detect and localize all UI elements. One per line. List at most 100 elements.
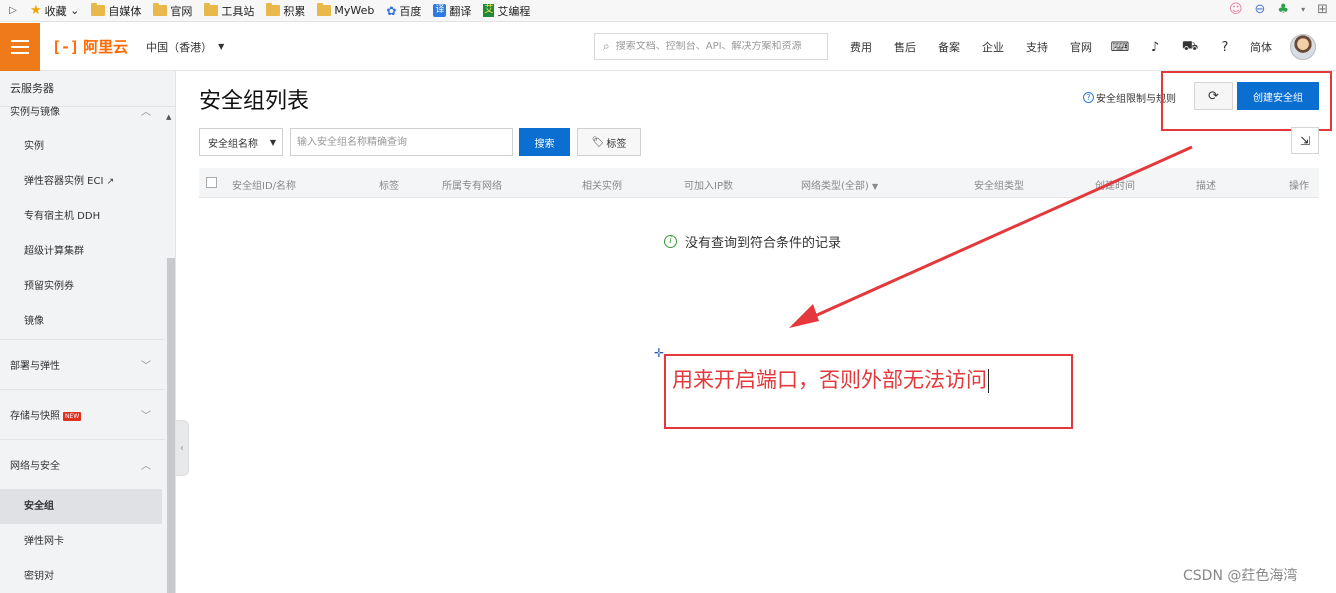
scrollbar-thumb[interactable] (167, 258, 175, 593)
cursor-crosshair-icon: ✛ (654, 346, 665, 360)
column-header: 相关实例 (582, 181, 622, 192)
main-content: 安全组列表 ? 安全组限制与规则 ⟳ 创建安全组 ⇲ 安全组名称 ▼ 搜索 🏷 … (177, 71, 1336, 593)
column-header: 安全组类型 (974, 181, 1024, 192)
bookmarks-bar: ▷ ★ 收藏 ⌄ 自媒体 官网 工具站 积累 MyWeb ✿ 百度 译翻译 艾艾编程… (0, 0, 1336, 22)
bookmark-folder[interactable]: 积累 (266, 3, 305, 19)
cart-icon[interactable]: ⛟ (1180, 39, 1200, 56)
bookmark-aibiancheng[interactable]: 艾艾编程 (483, 3, 530, 19)
sidebar-item-eni[interactable]: 弹性网卡 (0, 524, 175, 559)
bookmark-translate[interactable]: 译翻译 (433, 3, 471, 19)
sidebar-item-instances[interactable]: 实例 (0, 129, 175, 164)
top-navigation: [-] 阿里云 中国（香港） ▼ ⌕ 费用 售后 备案 企业 支持 官网 ⌨ ♪… (0, 22, 1336, 71)
dropdown-icon[interactable]: ▾ (1301, 5, 1305, 14)
nav-link-fees[interactable]: 费用 (850, 39, 872, 55)
caret-down-icon: ▼ (269, 137, 276, 147)
bookmark-folder[interactable]: MyWeb (317, 3, 374, 17)
folder-icon (266, 3, 281, 16)
bookmark-folder[interactable]: 工具站 (204, 3, 254, 19)
external-link-icon: ↗ (106, 177, 115, 187)
bell-icon[interactable]: ♪ (1145, 40, 1165, 55)
column-header: 标签 (379, 181, 399, 192)
sidebar-scrollbar[interactable]: ▲ (165, 109, 175, 593)
sidebar-item-keypair[interactable]: 密钥对 (0, 559, 175, 593)
column-header: 描述 (1196, 181, 1216, 192)
cat-icon[interactable]: ☺ (1229, 2, 1243, 17)
tag-button[interactable]: 🏷 标签 (577, 128, 641, 156)
folder-icon (317, 3, 332, 16)
sidebar-item-ddh[interactable]: 专有宿主机 DDH (0, 199, 175, 234)
aibiancheng-icon: 艾 (483, 4, 495, 17)
sidebar-item-scc[interactable]: 超级计算集群 (0, 234, 175, 269)
nav-link-icp[interactable]: 备案 (938, 39, 960, 55)
sidebar-section-deploy[interactable]: 部署与弹性 ﹀ (0, 339, 175, 389)
minus-circle-icon[interactable]: ⊖ (1255, 2, 1266, 17)
sidebar-section-storage[interactable]: 存储与快照 NEW ﹀ (0, 389, 175, 439)
language-switch[interactable]: 简体 (1250, 39, 1272, 55)
export-icon: ⇲ (1299, 133, 1311, 148)
nav-link-aftersales[interactable]: 售后 (894, 39, 916, 55)
highlight-box (1161, 71, 1332, 131)
column-header: 安全组ID/名称 (232, 181, 297, 192)
column-header: 可加入IP数 (684, 181, 733, 192)
scroll-up-icon[interactable]: ▲ (166, 113, 171, 121)
chevron-down-icon: ﹀ (141, 411, 151, 422)
aliyun-logo-mark: [-] (52, 37, 80, 56)
sidebar-item-eci[interactable]: 弹性容器实例 ECI ↗ (0, 164, 175, 199)
bookmark-favorites[interactable]: ★ 收藏 ⌄ (30, 3, 79, 19)
nav-icons: ⌨ ♪ ⛟ ? 简体 (1110, 23, 1316, 71)
avatar[interactable] (1290, 34, 1316, 60)
nav-links: 费用 售后 备案 企业 支持 官网 (850, 23, 1114, 71)
column-header: 操作 (1289, 181, 1309, 192)
filter-input[interactable] (290, 128, 513, 156)
annotation-text: 用来开启端口，否则外部无法访问 (672, 368, 989, 393)
folder-icon (153, 3, 168, 16)
sidebar-section-network[interactable]: 网络与安全 ︿ (0, 439, 175, 489)
nav-link-official[interactable]: 官网 (1070, 39, 1092, 55)
browser-extensions: ☺ ⊖ ♣ ▾ ⊞ (1229, 2, 1328, 17)
global-search-input[interactable] (615, 41, 816, 52)
help-icon[interactable]: ? (1215, 40, 1235, 55)
sidebar-item-images[interactable]: 镜像 (0, 304, 175, 339)
page-title: 安全组列表 (199, 89, 310, 114)
tag-icon: 🏷 (591, 136, 605, 148)
hamburger-icon (11, 39, 29, 54)
chevron-up-icon: ︿ (141, 461, 151, 472)
table-header: 安全组ID/名称 标签 所属专有网络 相关实例 可加入IP数 网络类型(全部) … (199, 168, 1319, 198)
bookmark-baidu[interactable]: ✿ 百度 (386, 3, 421, 19)
translate-icon: 译 (433, 4, 447, 17)
chevron-up-icon: ︿ (141, 107, 151, 118)
bookmark-folder[interactable]: 官网 (153, 3, 192, 19)
export-button[interactable]: ⇲ (1291, 127, 1319, 154)
new-badge: NEW (63, 411, 82, 421)
grid-icon[interactable]: ⊞ (1317, 2, 1328, 17)
sidebar-title[interactable]: 云服务器 (0, 71, 175, 107)
select-all-checkbox[interactable] (206, 177, 217, 188)
search-icon: ⌕ (603, 39, 610, 53)
sidebar-toggle-icon[interactable]: ▷ (6, 4, 20, 18)
bookmark-folder[interactable]: 自媒体 (91, 3, 141, 19)
sidebar-item-reserved[interactable]: 预留实例券 (0, 269, 175, 304)
watermark: CSDN @荭色海湾 (1183, 568, 1298, 584)
global-search[interactable]: ⌕ (594, 33, 828, 60)
terminal-icon[interactable]: ⌨ (1110, 40, 1130, 55)
menu-button[interactable] (0, 22, 40, 71)
sidebar-item-security-group[interactable]: 安全组 (0, 489, 162, 524)
caret-down-icon: ▼ (218, 42, 225, 51)
region-selector[interactable]: 中国（香港） ▼ (146, 39, 224, 55)
extension-icon[interactable]: ♣ (1277, 2, 1289, 17)
column-header-network-type[interactable]: 网络类型(全部) ▼ (801, 177, 878, 192)
empty-state: i 没有查询到符合条件的记录 (664, 232, 841, 251)
caret-down-icon: ▼ (872, 182, 879, 191)
nav-link-enterprise[interactable]: 企业 (982, 39, 1004, 55)
aliyun-logo-text: 阿里云 (83, 38, 129, 56)
search-button[interactable]: 搜索 (519, 128, 570, 156)
nav-link-support[interactable]: 支持 (1026, 39, 1048, 55)
help-circle-icon: ? (1083, 92, 1094, 103)
sidebar: 云服务器 实例与镜像 ︿ 实例 弹性容器实例 ECI ↗ 专有宿主机 DDH 超… (0, 71, 176, 593)
sidebar-group-instances[interactable]: 实例与镜像 ︿ (0, 107, 175, 119)
filter-field-select[interactable]: 安全组名称 ▼ (199, 128, 283, 156)
folder-icon (204, 3, 219, 16)
aliyun-logo[interactable]: [-] 阿里云 (52, 36, 128, 57)
info-icon: i (664, 235, 677, 248)
star-icon: ★ (30, 3, 42, 18)
